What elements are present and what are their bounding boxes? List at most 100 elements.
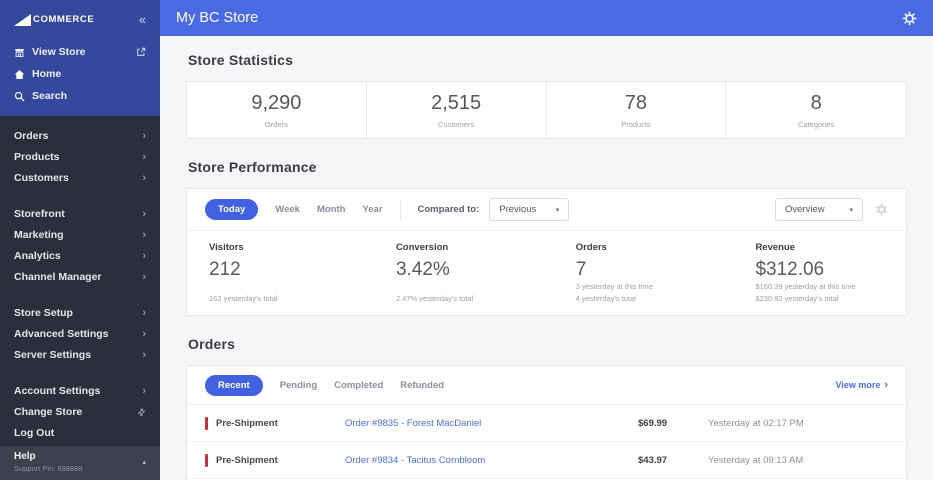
chevron-right-icon: › bbox=[142, 207, 146, 220]
sidebar-item-label: Store Setup bbox=[14, 307, 73, 319]
metric-value: 3.42% bbox=[395, 259, 450, 280]
metric-sub-line: $160.39 yesterday at this time bbox=[755, 282, 856, 291]
chevron-right-icon: › bbox=[142, 228, 146, 241]
sidebar-item-change-store[interactable]: Change Store ⇄ bbox=[0, 402, 160, 423]
top-header: My BC Store bbox=[160, 0, 933, 36]
sidebar-item-label: Analytics bbox=[14, 250, 61, 262]
support-pin: Support Pin: 888888 bbox=[14, 464, 83, 473]
sidebar-item-channel-manager[interactable]: Channel Manager › bbox=[0, 267, 160, 288]
sidebar-item-marketing[interactable]: Marketing › bbox=[0, 225, 160, 246]
sidebar-item-view-store[interactable]: View Store bbox=[0, 41, 160, 63]
tab-month[interactable]: Month bbox=[317, 204, 346, 215]
tab-week[interactable]: Week bbox=[275, 204, 300, 215]
sidebar-item-label: View Store bbox=[32, 46, 86, 58]
metric-visitors: Visitors 212 162 yesterday's total bbox=[187, 242, 374, 304]
external-link-icon bbox=[136, 47, 146, 57]
sidebar-item-label: Home bbox=[32, 68, 62, 80]
store-performance-card: Today Week Month Year Compared to: Previ… bbox=[186, 188, 907, 316]
caret-up-icon: ▴ bbox=[142, 459, 146, 466]
sidebar-item-label: Orders bbox=[14, 130, 49, 142]
sidebar-item-search[interactable]: Search bbox=[0, 85, 160, 107]
chevron-right-icon: › bbox=[142, 327, 146, 340]
page-title: My BC Store bbox=[176, 10, 259, 26]
tab-recent[interactable]: Recent bbox=[205, 374, 263, 396]
nav-group-account: Account Settings › Change Store ⇄ Log Ou… bbox=[0, 381, 160, 444]
view-selector[interactable]: Overview ▾ bbox=[775, 198, 863, 221]
view-more-link[interactable]: View more › bbox=[835, 379, 888, 391]
compared-to-value: Previous bbox=[499, 204, 537, 215]
chevron-down-icon: ▾ bbox=[555, 206, 560, 214]
view-more-label: View more bbox=[835, 380, 881, 390]
sidebar-item-storefront[interactable]: Storefront › bbox=[0, 204, 160, 225]
sidebar-item-store-setup[interactable]: Store Setup › bbox=[0, 303, 160, 324]
metric-label: Conversion bbox=[395, 242, 449, 253]
view-selector-value: Overview bbox=[785, 204, 825, 215]
logo-text: COMMERCE bbox=[33, 14, 95, 25]
app-root: COMMERCE « View Store Home Search Orders… bbox=[0, 0, 933, 480]
sidebar-item-advanced-settings[interactable]: Advanced Settings › bbox=[0, 324, 160, 345]
logo-sail-icon bbox=[14, 13, 31, 26]
sidebar-item-products[interactable]: Products › bbox=[0, 147, 160, 168]
chevron-right-icon: › bbox=[142, 129, 146, 142]
store-statistics-card: 9,290 Orders 2,515 Customers 78 Products… bbox=[186, 81, 907, 139]
order-amount: $69.99 bbox=[638, 417, 668, 429]
tab-today[interactable]: Today bbox=[205, 199, 259, 220]
sidebar-item-log-out[interactable]: Log Out bbox=[0, 423, 160, 444]
tab-year[interactable]: Year bbox=[362, 204, 382, 215]
store-performance-title: Store Performance bbox=[188, 159, 317, 175]
compared-to-select[interactable]: Previous ▾ bbox=[489, 198, 570, 221]
order-link[interactable]: Order #9835 - Forest MacDaniel bbox=[345, 418, 638, 429]
logo-row: COMMERCE « bbox=[0, 0, 160, 41]
order-row: Pre-Shipment Order #9835 - Forest MacDan… bbox=[187, 404, 906, 441]
metric-value: 212 bbox=[209, 259, 241, 280]
metric-label: Orders bbox=[575, 242, 607, 253]
stat-label: Categories bbox=[797, 119, 835, 129]
metric-subtext: 3 yesterday at this time 4 yesterday's t… bbox=[576, 281, 734, 304]
search-icon bbox=[14, 91, 32, 102]
content-area: Store Statistics 9,290 Orders 2,515 Cust… bbox=[160, 36, 933, 480]
metric-sub-line: 162 yesterday's total bbox=[209, 293, 278, 303]
order-date: Yesterday at 02:17 PM bbox=[708, 417, 804, 429]
chevron-right-icon: › bbox=[142, 171, 146, 184]
metric-label: Visitors bbox=[209, 242, 244, 253]
metric-orders: Orders 7 3 yesterday at this time 4 yest… bbox=[554, 242, 734, 304]
toolbar-divider bbox=[399, 199, 401, 220]
stat-customers: 2,515 Customers bbox=[367, 82, 547, 138]
sidebar-item-server-settings[interactable]: Server Settings › bbox=[0, 345, 160, 366]
stat-products: 78 Products bbox=[547, 82, 727, 138]
collapse-sidebar-icon[interactable]: « bbox=[139, 13, 146, 26]
settings-gear-icon[interactable] bbox=[902, 11, 917, 26]
order-link[interactable]: Order #9834 - Tacitus Cornbloom bbox=[345, 455, 638, 466]
tab-completed[interactable]: Completed bbox=[334, 380, 383, 391]
nav-group-marketing: Storefront › Marketing › Analytics › Cha… bbox=[0, 204, 160, 288]
sidebar-item-label: Products bbox=[14, 151, 60, 163]
sidebar-item-label: Storefront bbox=[14, 208, 65, 220]
help-footer[interactable]: Help Support Pin: 888888 ▴ bbox=[0, 446, 160, 480]
sidebar-item-home[interactable]: Home bbox=[0, 63, 160, 85]
performance-metrics-row: Visitors 212 162 yesterday's total Conve… bbox=[187, 231, 906, 315]
sidebar-item-customers[interactable]: Customers › bbox=[0, 168, 160, 189]
stat-value: 78 bbox=[624, 91, 647, 114]
tab-pending[interactable]: Pending bbox=[280, 380, 317, 391]
sidebar-item-orders[interactable]: Orders › bbox=[0, 126, 160, 147]
sidebar-item-label: Marketing bbox=[14, 229, 64, 241]
chevron-right-icon: › bbox=[142, 270, 146, 283]
tab-refunded[interactable]: Refunded bbox=[400, 380, 444, 391]
store-statistics-title: Store Statistics bbox=[188, 52, 294, 68]
metric-sub-line: $230.92 yesterday's total bbox=[755, 293, 839, 303]
sidebar-item-label: Customers bbox=[14, 172, 69, 184]
metric-sub-line: 2.47% yesterday's total bbox=[395, 293, 474, 303]
status-color-bar bbox=[205, 416, 208, 430]
sidebar-item-account-settings[interactable]: Account Settings › bbox=[0, 381, 160, 402]
home-icon bbox=[14, 69, 32, 80]
stat-label: Products bbox=[621, 119, 651, 129]
sidebar-main-nav: Orders › Products › Customers › Storefro… bbox=[0, 116, 160, 444]
swap-arrows-icon: ⇄ bbox=[135, 405, 149, 418]
chevron-right-icon: › bbox=[142, 150, 146, 163]
stat-categories: 8 Categories bbox=[726, 82, 906, 138]
stat-orders: 9,290 Orders bbox=[187, 82, 367, 138]
stat-value: 9,290 bbox=[251, 91, 302, 114]
performance-settings-gear-icon[interactable] bbox=[875, 203, 888, 216]
sidebar-item-analytics[interactable]: Analytics › bbox=[0, 246, 160, 267]
metric-value: $312.06 bbox=[755, 259, 825, 280]
